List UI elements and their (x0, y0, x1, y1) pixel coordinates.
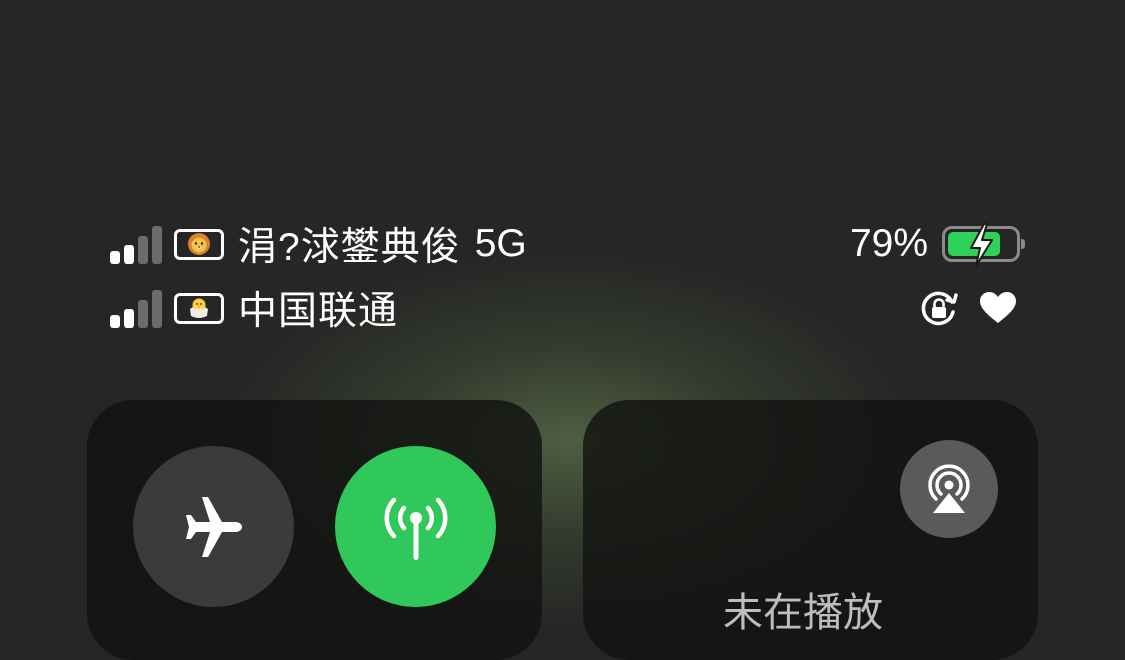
signal-bar-2 (124, 245, 134, 264)
airplane-icon (185, 496, 242, 557)
charging-bolt-icon (970, 223, 993, 267)
cellular-antenna-icon (384, 497, 447, 560)
cellular-data-button[interactable] (335, 446, 496, 607)
signal-strength-sim2-icon (110, 288, 162, 328)
now-playing-tile[interactable]: 未在播放 (583, 400, 1038, 660)
signal-bar-4 (152, 290, 162, 328)
status-row-sim1: 涓?浗鐢典俊 5G (110, 219, 527, 269)
airplay-audio-icon (928, 464, 970, 513)
airplay-button[interactable] (900, 440, 998, 538)
signal-bar-2 (124, 309, 134, 328)
status-indicators (919, 288, 1017, 328)
airplane-mode-button[interactable] (133, 446, 294, 607)
connectivity-tile (87, 400, 542, 660)
signal-bar-3 (138, 300, 148, 328)
hatching-chick-emoji-icon (190, 298, 208, 318)
rotation-lock-icon (921, 291, 958, 326)
now-playing-label: 未在播放 (723, 591, 883, 635)
carrier-name-sim1: 涓?浗鐢典俊 (238, 226, 461, 269)
sim2-badge (174, 292, 224, 324)
signal-bar-1 (110, 315, 120, 328)
status-row-sim2: 中国联通 (110, 283, 398, 333)
signal-bar-4 (152, 226, 162, 264)
signal-bar-3 (138, 236, 148, 264)
carrier-name-sim2: 中国联通 (238, 290, 399, 333)
signal-strength-sim1-icon (110, 224, 162, 264)
signal-bar-1 (110, 251, 120, 264)
sim1-badge (174, 228, 224, 260)
lion-emoji-icon (188, 233, 210, 255)
battery-icon (942, 223, 1025, 267)
battery-percentage: 79% (849, 222, 928, 265)
battery-status: 79% (849, 219, 1025, 269)
network-type-label: 5G (474, 222, 527, 265)
heart-icon (980, 292, 1016, 323)
battery-cap (1021, 239, 1025, 249)
